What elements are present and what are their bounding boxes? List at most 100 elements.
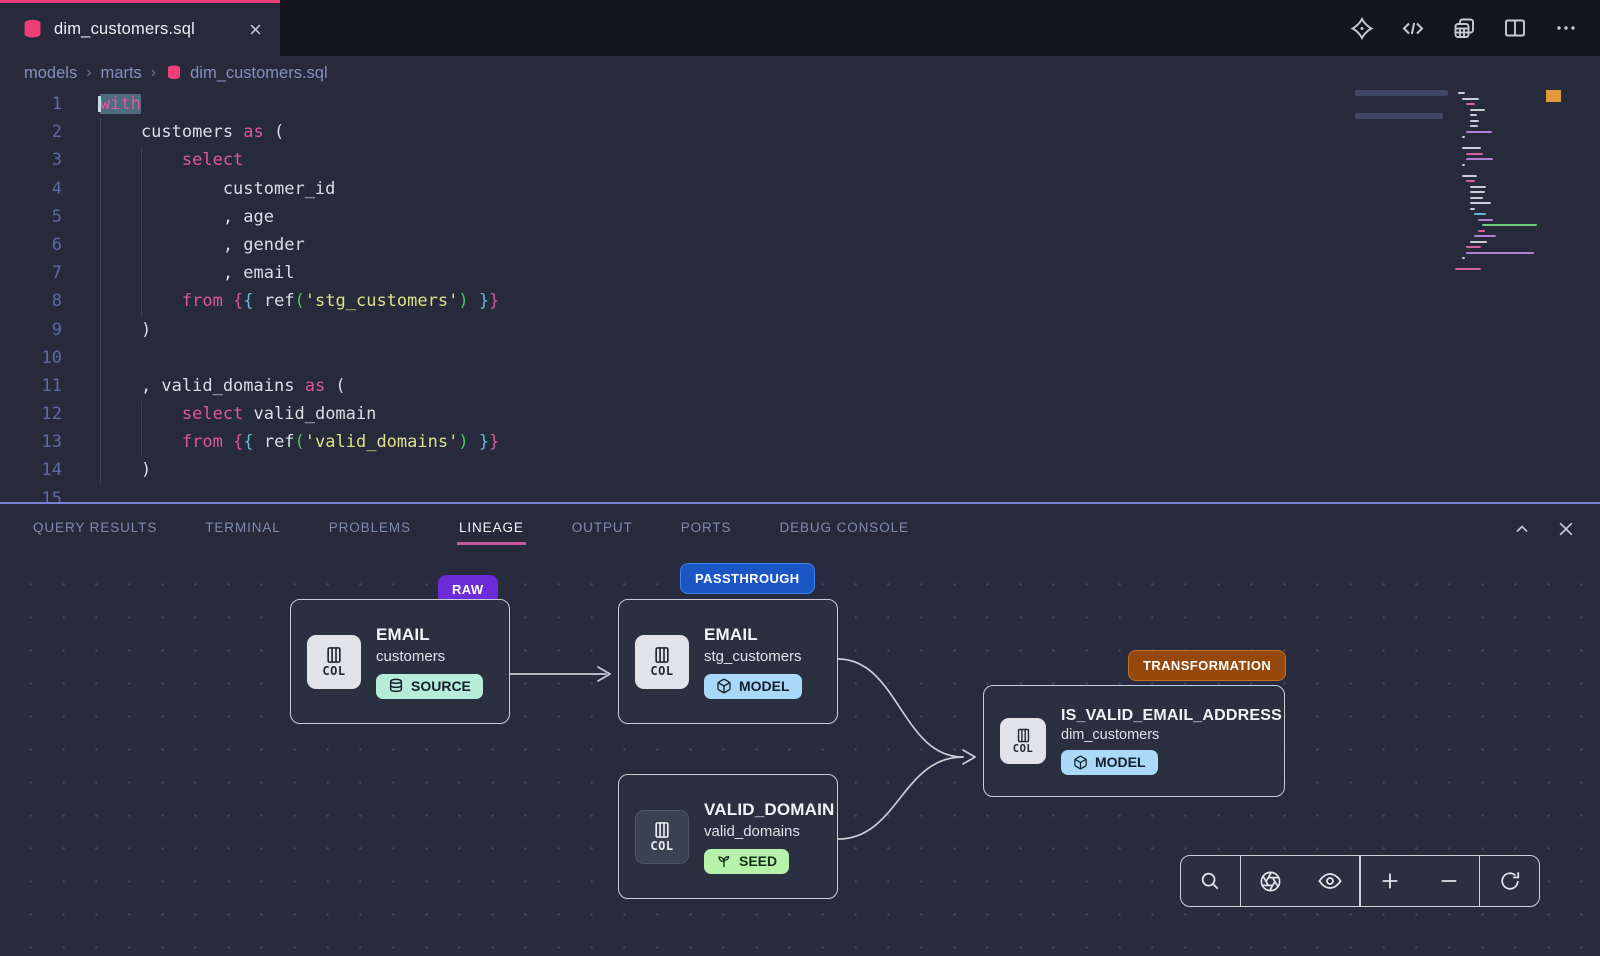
code-line: 8 from {{ ref('stg_customers') }} [0,287,1600,315]
lineage-toolbar [1180,855,1540,907]
editor-tab-bar: dim_customers.sql [0,0,1600,56]
column-icon-box[interactable]: COL [1000,718,1046,764]
tab-problems[interactable]: PROBLEMS [329,514,411,545]
breadcrumb-models[interactable]: models [24,64,77,83]
resource-badge-seed: SEED [704,849,789,874]
panel-actions [1512,519,1576,539]
code-line: 15 [0,485,1600,502]
breadcrumb-file[interactable]: dim_customers.sql [165,64,328,83]
tab-label: dim_customers.sql [54,20,235,39]
code-line: 10 [0,344,1600,372]
dbt-icon[interactable] [1350,16,1374,40]
aperture-button[interactable] [1241,856,1300,906]
code-line: 7 , email [0,259,1600,287]
tab-query-results[interactable]: QUERY RESULTS [33,514,157,545]
col-label: COL [650,839,673,853]
bottom-panel: QUERY RESULTS TERMINAL PROBLEMS LINEAGE … [0,502,1600,956]
app-window: dim_customers.sql [0,0,1600,956]
node-body: EMAIL customers SOURCE [376,625,483,699]
seedling-icon [716,853,732,869]
code-line: 4 customer_id [0,175,1600,203]
editor-actions [1350,0,1578,56]
resource-badge-model: MODEL [704,674,802,699]
node-table-name: valid_domains [704,823,835,840]
code-line: 2 customers as ( [0,118,1600,146]
tag-passthrough: PASSTHROUGH [680,563,815,594]
minimap[interactable] [1455,92,1545,292]
node-column-name: EMAIL [704,625,802,645]
breadcrumb-marts[interactable]: marts [101,64,142,83]
node-table-name: stg_customers [704,648,802,665]
database-icon [388,678,404,694]
code-line: 13 from {{ ref('valid_domains') }} [0,428,1600,456]
zoom-in-button[interactable] [1361,856,1420,906]
close-icon[interactable] [1556,519,1576,539]
tab-dim-customers-sql[interactable]: dim_customers.sql [0,0,280,56]
breadcrumb: models › marts › dim_customers.sql [0,56,1600,90]
code-line: 3 select [0,146,1600,174]
panel-header: QUERY RESULTS TERMINAL PROBLEMS LINEAGE … [0,504,1600,554]
database-icon [165,64,183,82]
code-line: 12 select valid_domain [0,400,1600,428]
node-column-name: VALID_DOMAIN [704,800,835,820]
plus-icon [1379,870,1401,892]
column-icon-box[interactable]: COL [635,810,689,864]
code-line: 11 , valid_domains as ( [0,372,1600,400]
aperture-icon [1259,870,1282,893]
ellipsis-icon[interactable] [1554,16,1578,40]
refresh-icon [1499,870,1521,892]
node-column-name: EMAIL [376,625,483,645]
columns-icon [1015,727,1032,744]
editor-decoration-bar [1355,113,1443,119]
refresh-button[interactable] [1480,856,1539,906]
eye-icon [1318,869,1342,893]
node-body: VALID_DOMAIN valid_domains SEED [704,800,835,874]
tab-close-icon[interactable] [246,21,264,39]
resource-badge-source: SOURCE [376,674,483,699]
code-line: 6 , gender [0,231,1600,259]
search-button[interactable] [1181,856,1240,906]
cube-icon [1073,755,1088,770]
code-editor[interactable]: 1with2 customers as (3 select4 customer_… [0,90,1600,502]
tab-ports[interactable]: PORTS [681,514,732,545]
lineage-node-stg-customers[interactable]: COL EMAIL stg_customers MODEL [618,599,838,724]
database-icon [22,19,43,40]
col-label: COL [322,664,345,678]
lineage-node-customers[interactable]: COL EMAIL customers SOURCE [290,599,510,724]
tag-transformation: TRANSFORMATION [1128,650,1286,681]
columns-icon [652,645,672,665]
resource-badge-model: MODEL [1061,750,1158,775]
tab-lineage[interactable]: LINEAGE [459,514,524,545]
code-line: 14 ) [0,456,1600,484]
indent-guide [100,118,101,485]
indent-guide [141,401,142,457]
chevron-up-icon[interactable] [1512,519,1532,539]
tab-debug-console[interactable]: DEBUG CONSOLE [779,514,908,545]
split-editor-icon[interactable] [1503,16,1527,40]
code-lines: 1with2 customers as (3 select4 customer_… [0,90,1600,502]
code-icon[interactable] [1401,16,1425,40]
code-line: 9 ) [0,316,1600,344]
node-table-name: dim_customers [1061,727,1282,743]
cube-icon [716,678,732,694]
lineage-node-valid-domains[interactable]: COL VALID_DOMAIN valid_domains SEED [618,774,838,899]
tab-terminal[interactable]: TERMINAL [205,514,280,545]
col-label: COL [1013,743,1033,755]
panel-tabs: QUERY RESULTS TERMINAL PROBLEMS LINEAGE … [33,514,909,545]
node-table-name: customers [376,648,483,665]
indent-guide [141,147,142,316]
search-icon [1199,870,1221,892]
lineage-canvas[interactable]: RAW PASSTHROUGH TRANSFORMATION COL EMAIL… [0,556,1600,956]
zoom-out-button[interactable] [1420,856,1479,906]
query-results-icon[interactable] [1452,16,1476,40]
chevron-right-icon: › [151,64,156,82]
lineage-node-dim-customers[interactable]: COL IS_VALID_EMAIL_ADDRESS dim_customers… [983,685,1285,797]
node-body: IS_VALID_EMAIL_ADDRESS dim_customers MOD… [1061,707,1282,775]
editor-decoration-bar [1355,90,1448,96]
column-icon-box[interactable]: COL [635,635,689,689]
chevron-right-icon: › [86,64,91,82]
visibility-button[interactable] [1300,856,1359,906]
column-icon-box[interactable]: COL [307,635,361,689]
tab-output[interactable]: OUTPUT [572,514,633,545]
columns-icon [324,645,344,665]
